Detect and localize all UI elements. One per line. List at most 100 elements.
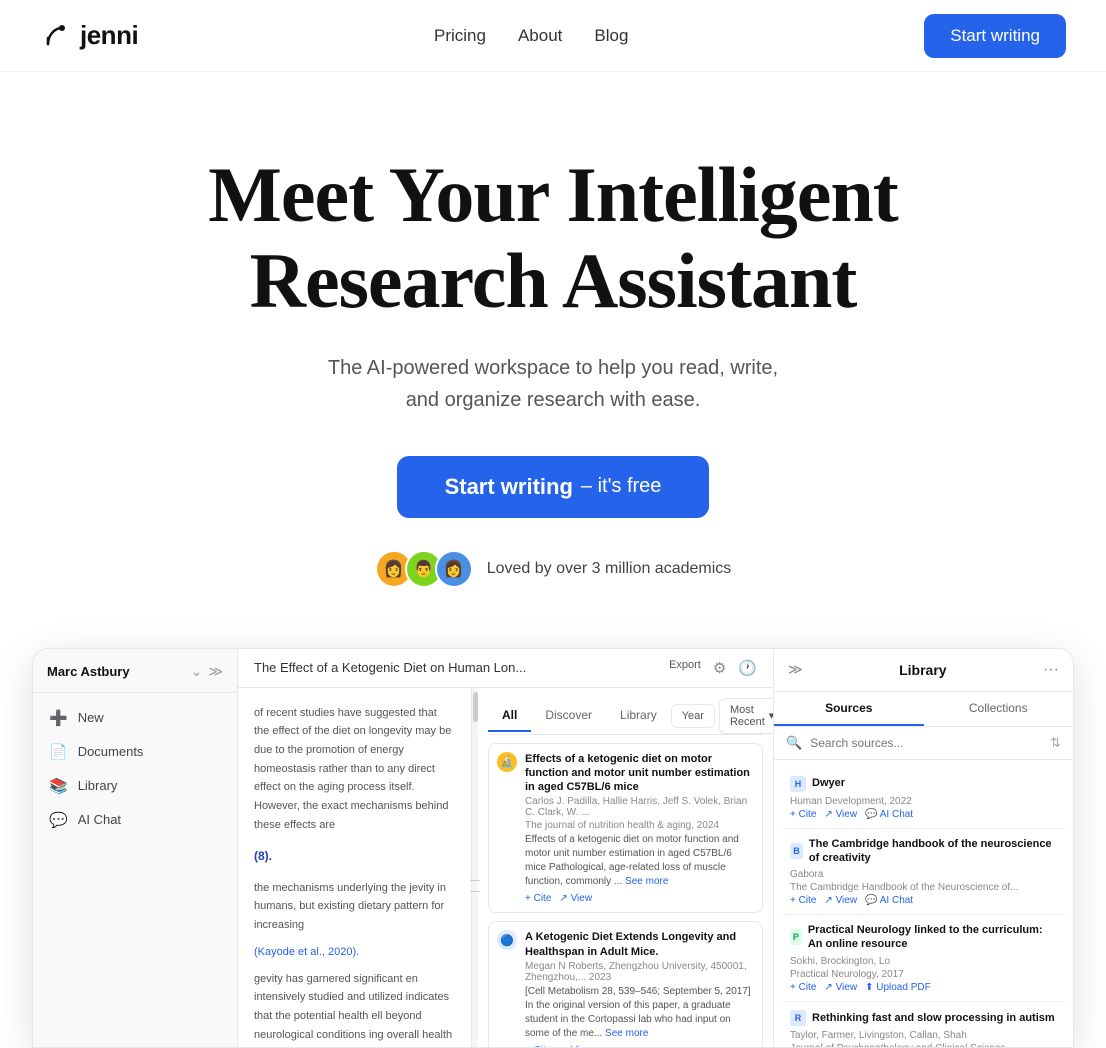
sort-recent-button[interactable]: Most Recent ▾ [719, 698, 773, 734]
search-results-panel: All Discover Library Year Most Recent ▾ … [478, 688, 773, 1047]
source-view-cambridge[interactable]: ↗ View [824, 895, 857, 906]
nav-about[interactable]: About [518, 26, 562, 46]
source-upload-practical[interactable]: ⬆ Upload PDF [865, 982, 931, 993]
source-actions-practical: + Cite ↗ View ⬆ Upload PDF [790, 982, 1057, 993]
result-actions-2: + Cite ↗ View [525, 1045, 754, 1047]
source-item-cambridge: B The Cambridge handbook of the neurosci… [782, 829, 1065, 916]
sidebar-item-new[interactable]: ➕ New [33, 701, 237, 735]
library-search-bar: 🔍 ⇅ [774, 727, 1073, 760]
sidebar-documents-label: Documents [78, 744, 144, 759]
library-tabs: Sources Collections [774, 692, 1073, 727]
source-badge-dwyer: H [790, 776, 806, 792]
plus-icon: ➕ [49, 709, 68, 727]
collapse-icon[interactable]: ≫ [208, 663, 223, 680]
sidebar-library-label: Library [78, 778, 118, 793]
source-cite-dwyer[interactable]: + Cite [790, 809, 816, 820]
source-item-practical: P Practical Neurology linked to the curr… [782, 915, 1065, 1002]
sidebar-item-library[interactable]: 📚 Library [33, 769, 237, 803]
sidebar-chat-label: AI Chat [78, 812, 121, 827]
source-journal-dwyer: Human Development, 2022 [790, 796, 1057, 807]
library-icon: 📚 [49, 777, 68, 795]
source-label-cambridge: B The Cambridge handbook of the neurosci… [790, 837, 1057, 866]
editor-topbar-icons: Export ⚙ 🕐 [669, 659, 757, 677]
source-badge-practical: P [790, 929, 802, 945]
library-tab-collections[interactable]: Collections [924, 692, 1074, 726]
cite-button-2[interactable]: + Cite [525, 1045, 551, 1047]
content-cite-link[interactable]: (Kayode et al., 2020). [254, 943, 455, 962]
nav-pricing[interactable]: Pricing [434, 26, 486, 46]
source-aichat-cambridge[interactable]: 💬 AI Chat [865, 895, 913, 906]
editor-area: The Effect of a Ketogenic Diet on Human … [238, 649, 773, 1047]
settings-icon[interactable]: ⚙ [713, 659, 726, 677]
view-button-2[interactable]: ↗ View [559, 1045, 592, 1047]
logo-icon [40, 20, 72, 52]
sidebar-item-documents[interactable]: 📄 Documents [33, 735, 237, 769]
tab-discover[interactable]: Discover [531, 700, 606, 732]
result-actions-1: + Cite ↗ View [525, 893, 754, 904]
logo-text: jenni [80, 20, 138, 51]
source-aichat-dwyer[interactable]: 💬 AI Chat [865, 809, 913, 820]
scrollbar-handle [473, 692, 478, 722]
content-para-1: of recent studies have suggested that th… [254, 704, 455, 835]
editor-document-title: The Effect of a Ketogenic Diet on Human … [254, 660, 526, 675]
source-view-dwyer[interactable]: ↗ View [824, 809, 857, 820]
logo[interactable]: jenni [40, 20, 138, 52]
view-button-1[interactable]: ↗ View [559, 893, 592, 904]
source-label-dwyer: H Dwyer [790, 776, 1057, 792]
library-expand-icon[interactable]: ≫ [788, 661, 803, 678]
library-header: ≫ Library ··· [774, 649, 1073, 692]
source-view-practical[interactable]: ↗ View [824, 982, 857, 993]
sidebar-username: Marc Astbury [47, 664, 130, 679]
editor-content: of recent studies have suggested that th… [238, 688, 472, 1047]
result-authors-2: Megan N Roberts, Zhengzhou University, 4… [525, 961, 754, 983]
search-result-1: 🔬 Effects of a ketogenic diet on motor f… [488, 743, 763, 914]
source-item-rethinking: R Rethinking fast and slow processing in… [782, 1002, 1065, 1047]
source-journal-practical: Practical Neurology, 2017 [790, 969, 1057, 980]
editor-body: of recent studies have suggested that th… [238, 688, 773, 1047]
library-title: Library [899, 662, 946, 678]
source-journal-cambridge: The Cambridge Handbook of the Neuroscien… [790, 882, 1057, 893]
library-more-icon[interactable]: ··· [1043, 661, 1059, 679]
year-filter[interactable]: Year [671, 704, 715, 728]
source-cite-cambridge[interactable]: + Cite [790, 895, 816, 906]
chevron-down-icon[interactable]: ⌄ [191, 663, 203, 680]
tab-all[interactable]: All [488, 700, 531, 732]
sidebar-user-icons: ⌄ ≫ [191, 663, 223, 680]
filter-label: Most Recent [730, 704, 765, 728]
avatar-group: 👩 👨 👩 [375, 550, 473, 588]
source-label-rethinking: R Rethinking fast and slow processing in… [790, 1010, 1057, 1026]
document-icon: 📄 [49, 743, 68, 761]
source-title-practical: Practical Neurology linked to the curric… [808, 923, 1057, 952]
cite-button-1[interactable]: + Cite [525, 893, 551, 904]
sidebar: Marc Astbury ⌄ ≫ ➕ New 📄 Documents 📚 Lib… [33, 649, 238, 1047]
hero-start-writing-button[interactable]: Start writing – it's free [397, 456, 710, 518]
source-publisher-rethinking: Taylor, Farmer, Livingston, Callan, Shah [790, 1030, 1057, 1041]
editor-tabs: All Discover Library Year Most Recent ▾ [488, 698, 763, 735]
library-search-input[interactable] [810, 736, 1042, 750]
source-cite-practical[interactable]: + Cite [790, 982, 816, 993]
tab-library[interactable]: Library [606, 700, 671, 732]
nav-blog[interactable]: Blog [594, 26, 628, 46]
history-icon[interactable]: 🕐 [738, 659, 757, 677]
export-button[interactable]: Export [669, 659, 701, 677]
nav-start-writing-button[interactable]: Start writing [924, 14, 1066, 58]
result-snippet-2: [Cell Metabolism 28, 539–546; September … [525, 985, 754, 1041]
editor-topbar: The Effect of a Ketogenic Diet on Human … [238, 649, 773, 688]
result-icon-2: 🔵 [497, 930, 517, 950]
source-title-cambridge: The Cambridge handbook of the neuroscien… [809, 837, 1057, 866]
nav-links: Pricing About Blog [434, 26, 628, 46]
hero-section: Meet Your Intelligent Research Assistant… [0, 72, 1106, 648]
source-title-dwyer: Dwyer [812, 776, 845, 790]
result-authors-1: Carlos J. Padilla, Hallie Harris, Jeff S… [525, 796, 754, 818]
filter-sort-icon[interactable]: ⇅ [1050, 735, 1061, 751]
source-publisher-practical: Sokhi, Brockington, Lo [790, 956, 1057, 967]
content-para-3: the mechanisms underlying the jevity in … [254, 879, 455, 935]
library-tab-sources[interactable]: Sources [774, 692, 924, 726]
source-badge-cambridge: B [790, 843, 803, 859]
result-title-2: A Ketogenic Diet Extends Longevity and H… [525, 930, 754, 959]
result-snippet-1: Effects of a ketogenic diet on motor fun… [525, 833, 754, 889]
result-icon-1: 🔬 [497, 752, 517, 772]
content-para-4: gevity has garnered significant en inten… [254, 970, 455, 1047]
sidebar-item-ai-chat[interactable]: 💬 AI Chat [33, 803, 237, 837]
library-panel: ≫ Library ··· Sources Collections 🔍 ⇅ H … [773, 649, 1073, 1047]
